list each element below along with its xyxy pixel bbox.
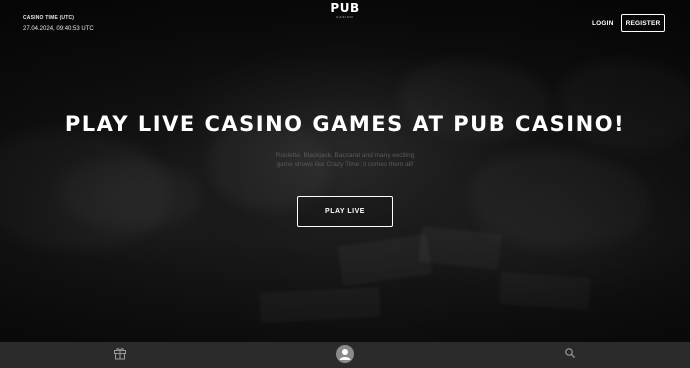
gift-icon[interactable] (113, 346, 127, 360)
login-link[interactable]: LOGIN (592, 20, 614, 27)
casino-time-label: CASINO TIME (UTC) (23, 15, 75, 21)
play-live-button[interactable]: PLAY LIVE (297, 196, 393, 227)
casino-time-value: 27.04.2024, 09:40:53 UTC (23, 26, 94, 32)
logo-subtext: CASINO (336, 15, 354, 19)
bottom-nav (0, 342, 690, 368)
casino-page: CASINO TIME (UTC) 27.04.2024, 09:40:53 U… (0, 0, 690, 368)
pub-casino-logo[interactable]: PUB CASINO (325, 2, 365, 22)
user-icon[interactable] (336, 345, 354, 363)
register-button[interactable]: REGISTER (621, 14, 665, 32)
hero-description: Roulette, Blackjack, Baccarat and many e… (275, 152, 415, 168)
hero-title: PLAY LIVE CASINO GAMES AT PUB CASINO! (64, 112, 626, 136)
hero-background-image (0, 0, 690, 342)
logo-text: PUB (330, 1, 360, 15)
search-icon[interactable] (564, 347, 576, 359)
